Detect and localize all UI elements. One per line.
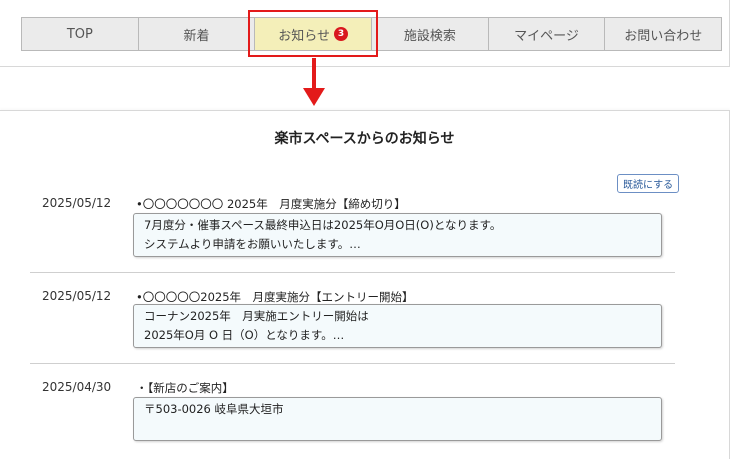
nav-tab-label: 施設検索 — [403, 28, 456, 44]
preview-line: 2025年O月 O 日（O）となります。… — [144, 328, 345, 342]
preview-line: システムより申請をお願いいたします。… — [144, 237, 361, 251]
nav-tab-label: マイページ — [514, 28, 579, 44]
notice-date: 2025/04/30 — [42, 380, 112, 394]
preview-line: 〒503-0026 岐阜県大垣市 — [144, 402, 284, 416]
highlight-frame — [248, 10, 378, 57]
preview-line: 7月度分・催事スペース最終申込日は2025年O月O日(O)となります。 — [144, 218, 502, 232]
nav-tab-label: TOP — [66, 26, 93, 42]
mark-read-button[interactable]: 既読にする — [617, 174, 680, 193]
nav-tab-new[interactable]: 新着 — [139, 18, 256, 50]
notice-date: 2025/05/12 — [42, 289, 112, 303]
page-title: 楽市スペースからのお知らせ — [274, 131, 455, 147]
notice-preview[interactable]: 7月度分・催事スペース最終申込日は2025年O月O日(O)となります。 システム… — [133, 213, 662, 257]
notice-subject[interactable]: ・【新店のご案内】 — [136, 380, 234, 396]
preview-line: コーナン2025年 月実施エントリー開始は — [144, 309, 369, 323]
notice-subject[interactable]: •〇〇〇〇〇2025年 月度実施分【エントリー開始】 — [136, 289, 414, 305]
nav-tab-facility-search[interactable]: 施設検索 — [372, 18, 489, 50]
nav-tab-mypage[interactable]: マイページ — [489, 18, 606, 50]
notice-preview[interactable]: 〒503-0026 岐阜県大垣市 — [133, 397, 662, 441]
nav-tab-label: 新着 — [183, 28, 210, 44]
notice-subject[interactable]: •〇〇〇〇〇〇〇 2025年 月度実施分【締め切り】 — [136, 196, 406, 212]
divider — [30, 363, 675, 364]
divider — [30, 272, 675, 273]
notice-preview[interactable]: コーナン2025年 月実施エントリー開始は 2025年O月 O 日（O）となりま… — [133, 304, 662, 348]
arrow-down-icon — [303, 58, 325, 106]
notice-date: 2025/05/12 — [42, 196, 112, 210]
nav-tab-top[interactable]: TOP — [22, 18, 139, 50]
nav-tab-label: お問い合わせ — [624, 28, 703, 44]
nav-tab-contact[interactable]: お問い合わせ — [605, 18, 721, 50]
notices-panel: 楽市スペースからのお知らせ 既読にする 2025/05/12 •〇〇〇〇〇〇〇 … — [0, 110, 730, 459]
